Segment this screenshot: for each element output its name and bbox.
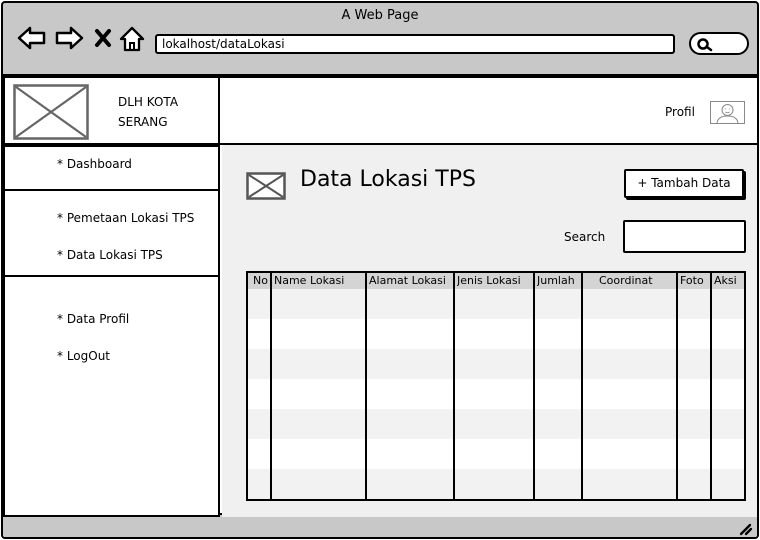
column-divider [676, 273, 678, 499]
status-bar [3, 517, 757, 537]
brand-name: DLH KOTA SERANG [118, 95, 179, 129]
url-bar[interactable]: lokalhost/dataLokasi [155, 34, 675, 54]
column-header-coordinat: Coordinat [599, 274, 653, 287]
add-data-button[interactable]: + Tambah Data [624, 169, 744, 198]
table-row [248, 319, 744, 349]
column-divider [453, 273, 455, 499]
resize-handle-icon[interactable] [739, 523, 753, 536]
column-header-jenis-lokasi: Jenis Lokasi [457, 274, 521, 287]
sidebar-item-logout[interactable]: * LogOut [57, 349, 110, 363]
page-content: DLH KOTA SERANG Profil * Dashboard * Pem… [3, 74, 757, 517]
back-arrow-icon[interactable] [17, 25, 47, 55]
column-divider [710, 273, 712, 499]
column-header-name-lokasi: Name Lokasi [274, 274, 345, 287]
browser-search-button[interactable] [689, 32, 749, 55]
column-divider [533, 273, 535, 499]
search-icon [697, 38, 713, 52]
brand-box: DLH KOTA SERANG [3, 76, 220, 145]
column-header-no: No [253, 274, 268, 287]
column-header-foto: Foto [680, 274, 704, 287]
column-divider [270, 273, 272, 499]
sidebar: * Dashboard * Pemetaan Lokasi TPS * Data… [3, 145, 220, 517]
data-table: No Name Lokasi Alamat Lokasi Jenis Lokas… [246, 271, 746, 501]
sidebar-section-main: * Dashboard [3, 145, 220, 191]
table-header: No Name Lokasi Alamat Lokasi Jenis Lokas… [248, 273, 744, 289]
close-x-icon[interactable] [94, 28, 112, 52]
browser-window: A Web Page lokalhost/dataLokasi DLH KOTA… [1, 1, 759, 539]
home-icon[interactable] [119, 25, 145, 57]
table-row [248, 379, 744, 409]
page-title: Data Lokasi TPS [300, 167, 476, 192]
main-panel: Data Lokasi TPS + Tambah Data Search No … [222, 145, 757, 517]
profile-link[interactable]: Profil [665, 105, 695, 119]
window-title: A Web Page [341, 8, 419, 23]
column-header-alamat-lokasi: Alamat Lokasi [369, 274, 446, 287]
page-image-placeholder-icon [246, 172, 286, 200]
search-input[interactable] [623, 220, 746, 253]
sidebar-section-account: * Data Profil * LogOut [3, 277, 220, 517]
avatar-icon[interactable] [710, 101, 745, 124]
sidebar-item-data-profil[interactable]: * Data Profil [57, 312, 129, 326]
column-divider [365, 273, 367, 499]
sidebar-item-dashboard[interactable]: * Dashboard [57, 157, 132, 171]
top-header: Profil [220, 76, 757, 145]
logo-image-placeholder-icon [13, 84, 89, 140]
sidebar-item-data-lokasi[interactable]: * Data Lokasi TPS [57, 248, 163, 262]
column-divider [581, 273, 583, 499]
table-row [248, 439, 744, 469]
column-header-jumlah: Jumlah [537, 274, 575, 287]
sidebar-section-tps: * Pemetaan Lokasi TPS * Data Lokasi TPS [3, 191, 220, 277]
sidebar-item-pemetaan-lokasi[interactable]: * Pemetaan Lokasi TPS [57, 211, 194, 225]
forward-arrow-icon[interactable] [54, 25, 84, 55]
column-header-aksi: Aksi [714, 274, 737, 287]
search-label: Search [564, 230, 606, 244]
